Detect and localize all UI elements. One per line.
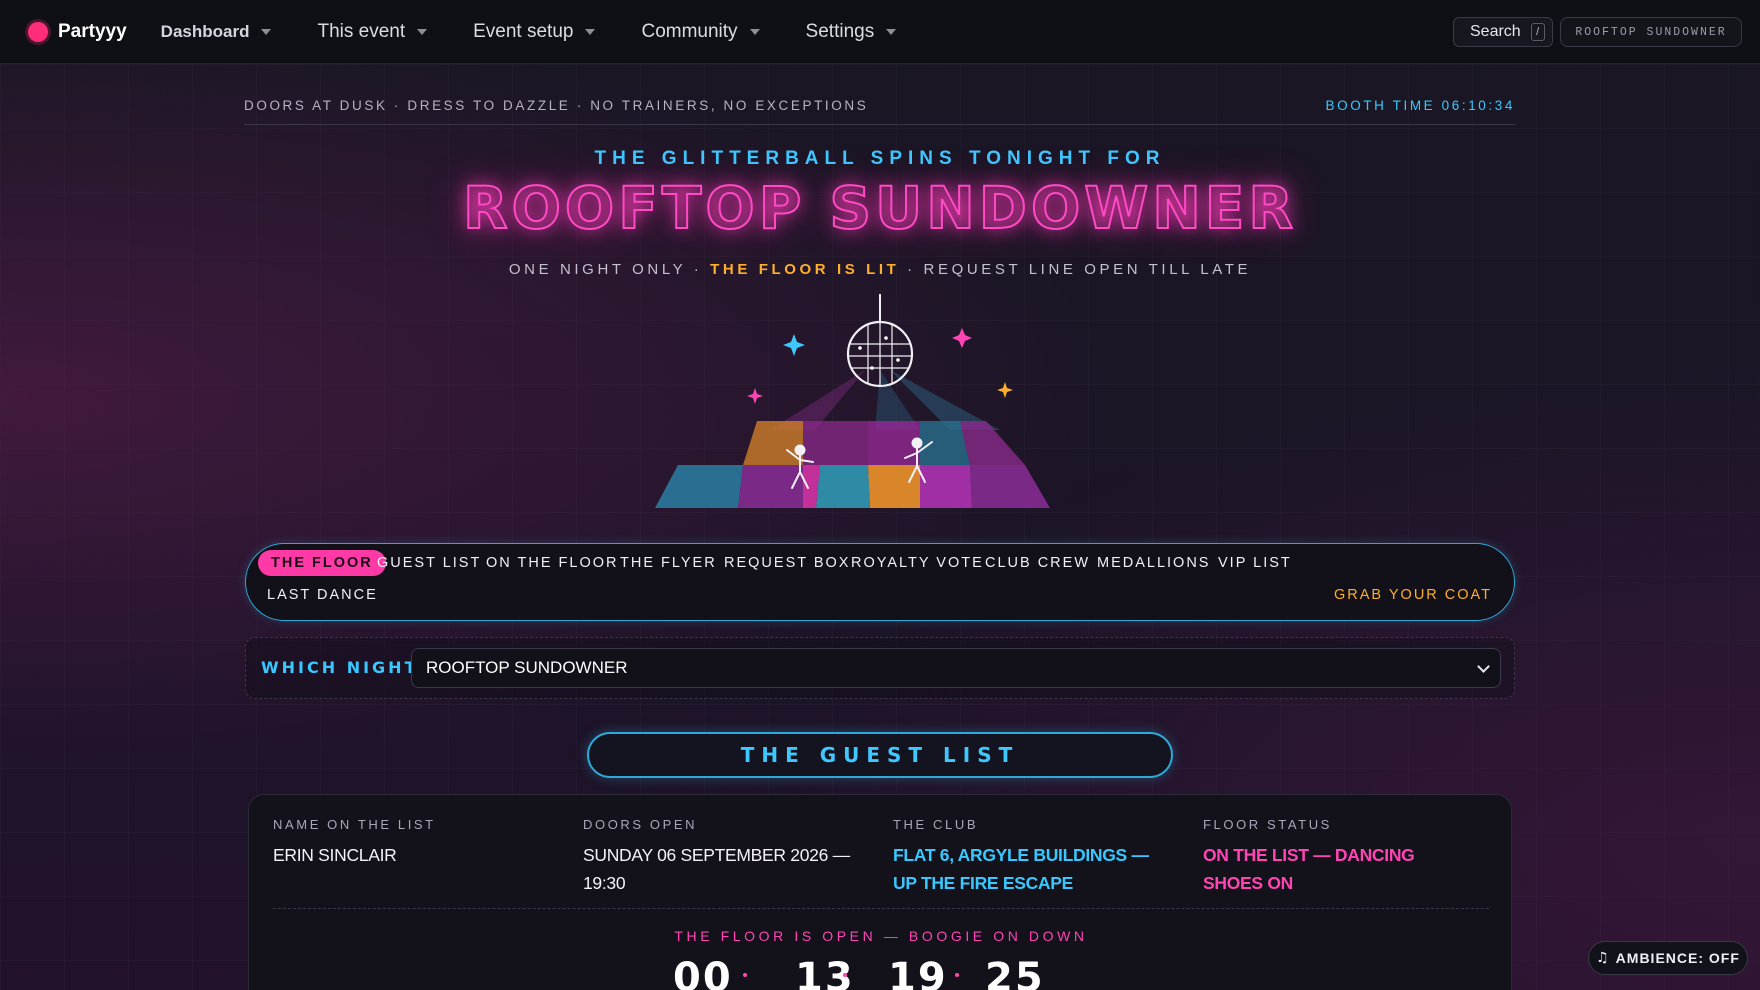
top-nav: Partyyy Dashboard This event Event setup… [0,0,1760,64]
header-divider [244,124,1516,125]
tab-vip-list[interactable]: VIP LIST [1218,550,1292,576]
dance-floor-tile [816,465,870,508]
dance-floor-tile [920,465,972,508]
tab-the-floor[interactable]: THE FLOOR [258,550,386,576]
countdown-minutes: 19 [888,955,948,990]
chevron-down-icon [261,28,272,35]
nav-item-label: This event [317,20,406,42]
name-column: NAME ON THE LIST ERIN SINCLAIR [273,817,543,869]
night-picker: WHICH NIGHT? ROOFTOP SUNDOWNER [245,637,1515,699]
night-select[interactable]: ROOFTOP SUNDOWNER [411,648,1501,688]
grab-your-coat-link[interactable]: GRAB YOUR COAT [1334,582,1492,608]
ambience-label: AMBIENCE: OFF [1615,950,1740,966]
dance-floor-tile [970,465,1050,508]
tagline-part: ONE NIGHT ONLY · [508,261,711,278]
dress-code-ticker: DOORS AT DUSK · DRESS TO DAZZLE · NO TRA… [244,98,869,113]
nav-item-label: Settings [805,20,875,42]
current-event-chip[interactable]: ROOFTOP SUNDOWNER [1560,17,1742,47]
dance-floor-tile [868,465,920,508]
night-picker-label: WHICH NIGHT? [261,658,431,677]
chevron-down-icon [749,28,760,35]
dance-floor-tile [743,421,803,465]
countdown-separator [843,973,847,977]
column-label: DOORS OPEN [583,817,698,832]
tab-guest-list[interactable]: GUEST LIST [377,550,481,576]
tab-request-box[interactable]: REQUEST BOX [724,550,850,576]
chevron-down-icon [417,28,428,35]
disco-floor-illustration [655,294,1050,508]
sparkle-icon [747,388,763,404]
tagline-highlight: THE FLOOR IS LIT [710,261,900,278]
sparkle-icon [952,328,972,348]
floor-status-value: ON THE LIST — DANCING SHOES ON [1203,845,1415,893]
column-label: THE CLUB [893,817,979,832]
countdown-days: 00 [673,955,733,990]
brand-name: Partyyy [58,20,127,42]
search-button[interactable]: Search / [1453,17,1553,47]
hero-kicker: THE GLITTERBALL SPINS TONIGHT FOR [594,148,1166,169]
nav-menu: Dashboard This event Event setup Communi… [161,21,943,43]
guest-name: ERIN SINCLAIR [273,845,397,865]
tab-club-crew[interactable]: CLUB CREW [985,550,1090,576]
tagline-part: · REQUEST LINE OPEN TILL LATE [899,261,1252,278]
nav-item-settings[interactable]: Settings [806,21,897,43]
chevron-down-icon [886,28,897,35]
search-shortcut-key: / [1530,23,1545,41]
guest-list-card: NAME ON THE LIST ERIN SINCLAIR DOORS OPE… [248,794,1512,990]
brand-logo-icon [28,21,48,42]
booth-time: BOOTH TIME 06:10:34 [1325,98,1515,113]
disco-ball-icon [846,320,914,388]
nav-item-community[interactable]: Community [641,20,760,43]
event-title: ROOFTOP SUNDOWNER [462,173,1298,243]
doors-open-column: DOORS OPEN SUNDAY 06 SEPTEMBER 2026 — 19… [583,817,853,897]
card-divider [273,908,1489,909]
sparkle-icon [997,382,1013,398]
tab-the-flyer[interactable]: THE FLYER [620,550,717,576]
tab-on-the-floor[interactable]: ON THE FLOOR [486,550,619,576]
doors-open-value: SUNDAY 06 SEPTEMBER 2026 — 19:30 [583,845,850,893]
chevron-down-icon [1477,660,1490,673]
tab-last-dance[interactable]: LAST DANCE [267,582,378,608]
chevron-down-icon [585,28,596,35]
guest-list-heading: THE GUEST LIST [587,732,1173,778]
column-label: NAME ON THE LIST [273,817,436,832]
countdown-separator [743,973,747,977]
nav-item-this-event[interactable]: This event [317,20,428,43]
nav-item-label: Dashboard [160,21,250,41]
floor-status-column: FLOOR STATUS ON THE LIST — DANCING SHOES… [1203,817,1473,897]
floor-open-banner: THE FLOOR IS OPEN — BOOGIE ON DOWN [674,928,1088,944]
ambience-toggle[interactable]: ♫ AMBIENCE: OFF [1588,941,1748,975]
club-column: THE CLUB FLAT 6, ARGYLE BUILDINGS — UP T… [893,817,1163,897]
night-select-value: ROOFTOP SUNDOWNER [426,658,628,677]
tab-medallions[interactable]: MEDALLIONS [1097,550,1210,576]
music-note-icon: ♫ [1596,950,1610,966]
nav-item-dashboard[interactable]: Dashboard [161,22,272,42]
nav-item-label: Event setup [473,20,574,42]
column-label: FLOOR STATUS [1203,817,1332,832]
tab-royalty-vote[interactable]: ROYALTY VOTE [851,550,984,576]
countdown-separator [955,973,959,977]
nav-item-event-setup[interactable]: Event setup [473,20,596,43]
search-label: Search [1470,23,1521,40]
event-tabs: THE FLOOR GUEST LIST ON THE FLOOR THE FL… [245,543,1515,621]
brand[interactable]: Partyyy [28,21,127,43]
dance-floor-tile [655,465,743,508]
hero-tagline: ONE NIGHT ONLY · THE FLOOR IS LIT · REQU… [0,261,1760,278]
nav-item-label: Community [641,20,738,42]
dance-floor-tile [803,421,868,465]
sparkle-icon [783,334,805,356]
club-address[interactable]: FLAT 6, ARGYLE BUILDINGS — UP THE FIRE E… [893,841,1163,897]
countdown-seconds: 25 [985,955,1045,990]
